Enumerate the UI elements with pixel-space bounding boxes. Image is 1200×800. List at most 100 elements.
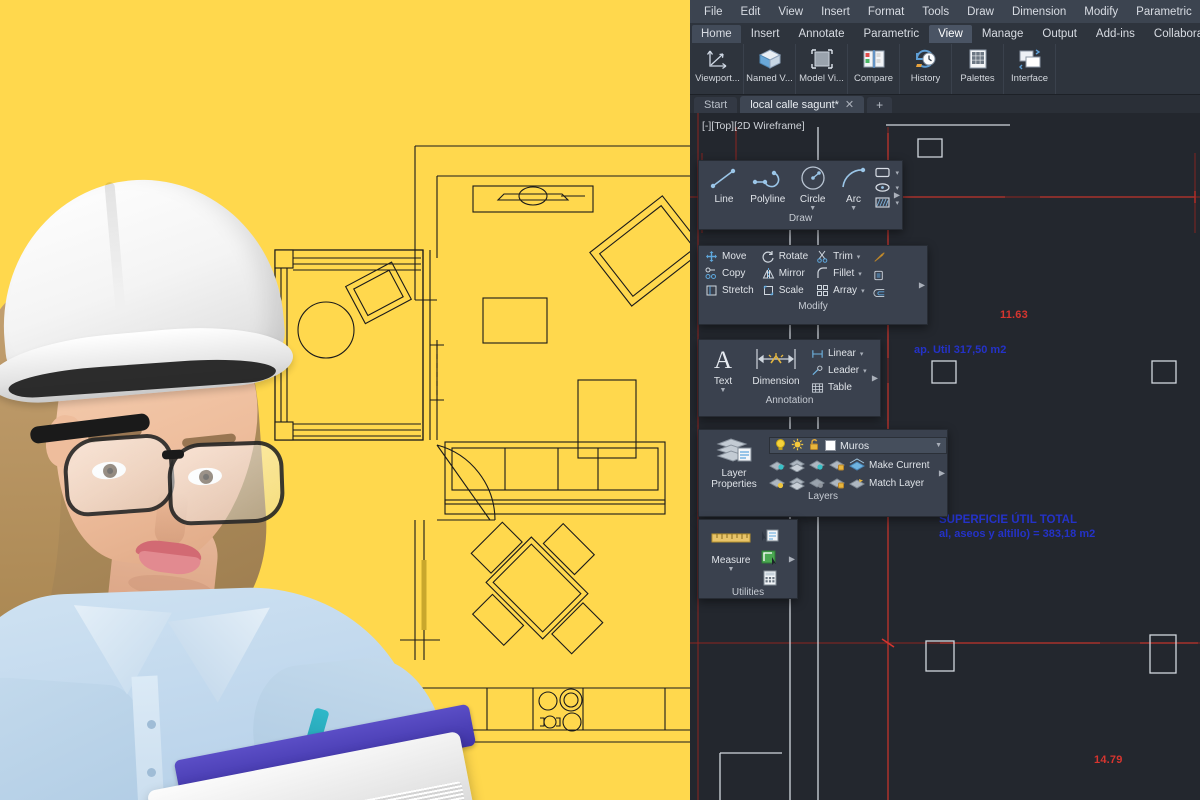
annotation-tool-table[interactable]: Table — [811, 381, 867, 394]
menu-item-parametric[interactable]: Parametric — [1128, 3, 1200, 21]
menu-item-tools[interactable]: Tools — [914, 3, 957, 21]
ribbon-tab-output[interactable]: Output — [1033, 25, 1086, 43]
layer-color-swatch[interactable] — [825, 440, 836, 451]
utilities-tool-measure[interactable]: Measure ▼ — [705, 526, 757, 586]
panel-expand-arrow-icon[interactable]: ▶ — [939, 469, 945, 478]
annotation-tool-dimension[interactable]: Dimension — [747, 345, 805, 387]
drawing-canvas[interactable]: [-][Top][2D Wireframe] 11.63 23.68 14.79… — [690, 113, 1200, 800]
menu-item-modify[interactable]: Modify — [1076, 3, 1126, 21]
chevron-down-icon[interactable]: ▾ — [857, 253, 861, 261]
layer-properties-button[interactable]: Layer Properties — [705, 435, 763, 490]
chevron-down-icon[interactable]: ▾ — [861, 287, 865, 295]
menu-item-format[interactable]: Format — [860, 3, 912, 21]
draw-tool-arc[interactable]: Arc ▼ — [837, 165, 871, 212]
modify-tool-trim[interactable]: Trim ▾ — [816, 250, 864, 263]
modify-tool-stretch[interactable]: Stretch — [705, 284, 754, 297]
panel-expand-arrow-icon[interactable]: ▶ — [872, 374, 878, 383]
ribbon-tab-home[interactable]: Home — [692, 25, 741, 43]
calculator-icon[interactable] — [761, 569, 779, 586]
layer-lock-icon[interactable] — [828, 458, 846, 472]
annotation-tool-linear[interactable]: Linear ▾ — [811, 347, 867, 360]
close-icon[interactable]: ✕ — [845, 98, 854, 111]
new-drawing-tab-button[interactable]: + — [867, 97, 893, 113]
floating-panel-layers[interactable]: Layer Properties Muros ▼ Make Current Ma… — [698, 429, 948, 517]
modify-tool-copy[interactable]: Copy — [705, 267, 754, 280]
modify-tool-scale[interactable]: Scale — [762, 284, 808, 297]
drawing-history-button[interactable]: History — [900, 44, 952, 94]
draw-tool-circle[interactable]: Circle ▼ — [793, 165, 833, 212]
explode-icon[interactable] — [873, 251, 886, 264]
draw-flyout-rectangle[interactable]: ▾ — [874, 166, 899, 179]
layer-make-current-button[interactable]: Make Current — [848, 458, 930, 472]
floating-panel-annotation[interactable]: A Text ▼ Dimension Linear ▾ Leader ▾ Tab… — [698, 339, 881, 417]
named-views-button[interactable]: Named V... — [744, 44, 796, 94]
chevron-down-icon[interactable]: ▾ — [860, 350, 864, 358]
chevron-down-icon[interactable]: ▼ — [935, 442, 942, 449]
chevron-down-icon[interactable]: ▾ — [895, 199, 899, 207]
menu-item-draw[interactable]: Draw — [959, 3, 1002, 21]
annotation-tool-text[interactable]: A Text ▼ — [705, 345, 741, 394]
floating-panel-draw[interactable]: Line Polyline Circle ▼ Arc ▼ ▾ ▾ ▾ ▶ Dra… — [698, 160, 903, 230]
ribbon-tab-view[interactable]: View — [929, 25, 972, 43]
current-layer-dropdown[interactable]: Muros ▼ — [769, 437, 947, 454]
layer-freeze-icon[interactable] — [808, 458, 826, 472]
model-viewports-button[interactable]: Model Vi... — [796, 44, 848, 94]
modify-tool-array[interactable]: Array ▾ — [816, 284, 865, 297]
panel-expand-arrow-icon[interactable]: ▶ — [789, 555, 795, 564]
drawing-tab-start[interactable]: Start — [694, 97, 738, 113]
layer-turn-on-icon[interactable] — [768, 476, 786, 490]
tool-label: Polyline — [750, 194, 786, 205]
chevron-down-icon[interactable]: ▼ — [793, 205, 833, 212]
ribbon-tab-annotate[interactable]: Annotate — [789, 25, 853, 43]
offset-icon[interactable] — [873, 287, 886, 300]
layer-off-icon[interactable] — [808, 476, 826, 490]
layer-unisolate-icon[interactable] — [788, 458, 806, 473]
layer-match-layer-button[interactable]: Match Layer — [848, 476, 924, 490]
viewport-label[interactable]: [-][Top][2D Wireframe] — [702, 120, 805, 132]
modify-tool-rotate[interactable]: Rotate — [762, 250, 808, 263]
quick-measure-icon[interactable] — [761, 527, 779, 544]
layer-thaw-icon[interactable] — [788, 476, 806, 491]
sun-freeze-icon[interactable] — [791, 438, 804, 454]
menu-item-insert[interactable]: Insert — [813, 3, 858, 21]
autocad-window: File Edit View Insert Format Tools Draw … — [690, 0, 1200, 800]
layer-unlock-all-icon[interactable] — [828, 476, 846, 490]
layer-isolate-icon[interactable] — [768, 458, 786, 472]
ribbon-tab-insert[interactable]: Insert — [742, 25, 789, 43]
panel-expand-arrow-icon[interactable]: ▶ — [894, 191, 900, 200]
menu-item-edit[interactable]: Edit — [733, 3, 769, 21]
chevron-down-icon[interactable]: ▾ — [863, 367, 867, 375]
floating-panel-utilities[interactable]: Measure ▼ ▶ Utilities — [698, 519, 798, 599]
interface-button[interactable]: Interface — [1004, 44, 1056, 94]
modify-tool-fillet[interactable]: Fillet ▾ — [816, 267, 864, 280]
viewport-configuration-button[interactable]: Viewport... — [692, 44, 744, 94]
palettes-button[interactable]: Palettes — [952, 44, 1004, 94]
copy-object-icon[interactable] — [873, 269, 886, 282]
annotation-tool-leader[interactable]: Leader ▾ — [811, 364, 867, 377]
menu-item-file[interactable]: File — [696, 3, 731, 21]
modify-tool-mirror[interactable]: Mirror — [762, 267, 808, 280]
lightbulb-on-icon[interactable] — [774, 438, 787, 454]
chevron-down-icon[interactable]: ▼ — [837, 205, 871, 212]
menu-item-dimension[interactable]: Dimension — [1004, 3, 1074, 21]
ribbon-tab-addins[interactable]: Add-ins — [1087, 25, 1144, 43]
modify-tool-move[interactable]: Move — [705, 250, 754, 263]
floating-panel-modify[interactable]: Move Copy Stretch Rotate Mirror Scale Tr… — [698, 245, 928, 325]
draw-tool-polyline[interactable]: Polyline — [747, 165, 789, 205]
chevron-down-icon[interactable]: ▼ — [705, 566, 757, 573]
panel-expand-arrow-icon[interactable]: ▶ — [919, 281, 925, 290]
drawing-tab-active[interactable]: local calle sagunt* ✕ — [740, 96, 865, 113]
menu-item-view[interactable]: View — [770, 3, 811, 21]
tool-label: Scale — [778, 285, 804, 296]
chevron-down-icon[interactable]: ▾ — [858, 270, 862, 278]
ribbon-tab-parametric[interactable]: Parametric — [855, 25, 929, 43]
chevron-down-icon[interactable]: ▼ — [705, 387, 741, 394]
draw-tool-line[interactable]: Line — [705, 165, 743, 205]
compare-drawings-button[interactable]: Compare — [848, 44, 900, 94]
ribbon-tab-manage[interactable]: Manage — [973, 25, 1033, 43]
chevron-down-icon[interactable]: ▾ — [895, 169, 899, 177]
shirt-button — [147, 768, 156, 777]
ribbon-tab-collaborate[interactable]: Collaborate — [1145, 25, 1200, 43]
area-measure-icon[interactable] — [761, 548, 779, 565]
unlock-icon[interactable] — [808, 438, 821, 454]
